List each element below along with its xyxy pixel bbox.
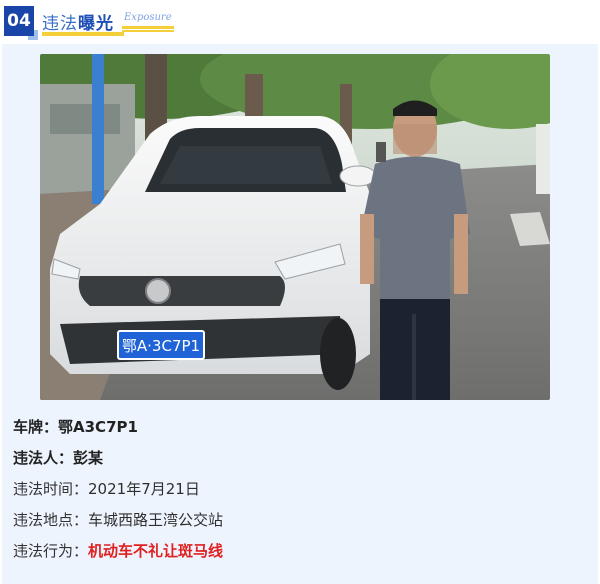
subtitle-underline-2 xyxy=(122,30,174,32)
place-row: 违法地点：车城西路王湾公交站 xyxy=(13,505,223,536)
section-title: 违法曝光 xyxy=(42,9,124,36)
plate-row: 车牌：鄂A3C7P1 xyxy=(13,412,223,443)
title-underline xyxy=(42,32,124,36)
act-label: 违法行为： xyxy=(13,542,89,560)
place-label: 违法地点： xyxy=(13,511,89,529)
subtitle-en: Exposure xyxy=(124,12,172,23)
violation-info: 车牌：鄂A3C7P1 违法人：彭某 违法时间：2021年7月21日 违法地点：车… xyxy=(13,412,223,567)
license-plate-text: 鄂A·3C7P1 xyxy=(122,337,200,355)
act-row: 违法行为：机动车不礼让斑马线 xyxy=(13,536,223,567)
time-row: 违法时间：2021年7月21日 xyxy=(13,474,223,505)
act-value: 机动车不礼让斑马线 xyxy=(88,542,224,560)
time-value: 2021年7月21日 xyxy=(88,480,200,498)
place-value: 车城西路王湾公交站 xyxy=(88,511,224,529)
person-value: 彭某 xyxy=(73,449,104,467)
plate-label: 车牌： xyxy=(13,418,59,436)
section-header: 04 违法曝光 Exposure xyxy=(0,0,600,44)
person-row: 违法人：彭某 xyxy=(13,443,223,474)
title-prefix: 违法 xyxy=(42,14,78,34)
title-bold: 曝光 xyxy=(78,14,114,34)
time-label: 违法时间： xyxy=(13,480,89,498)
violation-photo: 鄂A·3C7P1 xyxy=(40,54,550,400)
section-number-badge: 04 xyxy=(4,6,38,40)
person-label: 违法人： xyxy=(13,449,74,467)
subtitle-underline xyxy=(122,26,174,29)
plate-value: 鄂A3C7P1 xyxy=(58,418,138,436)
